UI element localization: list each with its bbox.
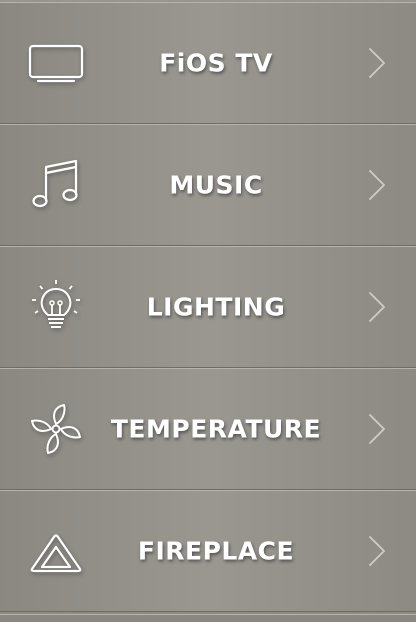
chevron-right-icon <box>366 45 388 81</box>
chevron-right-icon <box>366 533 388 569</box>
menu-item-label: TEMPERATURE <box>110 414 322 444</box>
menu-item-label: FIREPLACE <box>137 536 295 566</box>
menu-item-lighting[interactable]: LIGHTING <box>0 246 416 368</box>
lightbulb-icon <box>28 279 84 335</box>
menu-item-label: MUSIC <box>169 170 263 200</box>
menu-item-fios-tv[interactable]: FiOS TV <box>0 2 416 124</box>
chevron-right-icon <box>366 411 388 447</box>
fireplace-icon <box>28 523 84 579</box>
menu-item-music[interactable]: MUSIC <box>0 124 416 246</box>
music-note-icon <box>28 157 84 213</box>
tv-icon <box>28 35 84 91</box>
menu-bottom-edge <box>0 614 416 622</box>
fan-icon <box>28 401 84 457</box>
chevron-right-icon <box>366 289 388 325</box>
chevron-right-icon <box>366 167 388 203</box>
menu-item-label: LIGHTING <box>146 292 286 322</box>
menu-item-fireplace[interactable]: FIREPLACE <box>0 490 416 612</box>
menu-item-temperature[interactable]: TEMPERATURE <box>0 368 416 490</box>
main-menu: FiOS TV MUSIC LIGHTING TEMPERATURE FIREP… <box>0 0 416 622</box>
menu-item-label: FiOS TV <box>159 48 273 78</box>
